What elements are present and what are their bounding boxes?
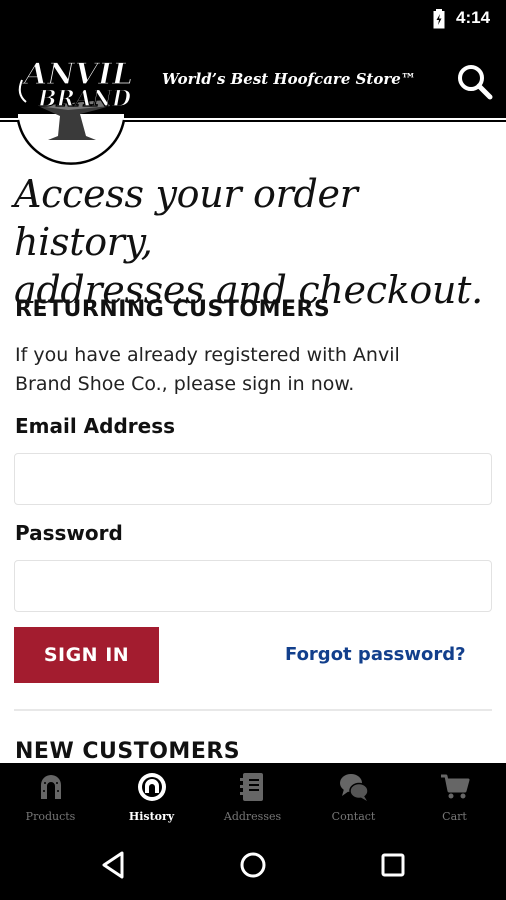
cart-icon (441, 774, 470, 799)
tab-label: History (128, 810, 175, 823)
back-icon[interactable] (96, 847, 132, 883)
header-tagline: World’s Best Hoofcare Store™ (162, 70, 416, 88)
tab-history[interactable]: History (101, 763, 202, 831)
horseshoe-icon (41, 775, 61, 799)
tab-label: Cart (442, 810, 467, 823)
page-headline: Access your order history, addresses and… (14, 172, 483, 312)
system-nav-bar (0, 831, 506, 900)
password-field[interactable] (14, 560, 492, 612)
recents-icon[interactable] (375, 847, 411, 883)
tab-addresses[interactable]: Addresses (202, 763, 303, 831)
anvil-brand-logo[interactable]: ANVIL BRAND (8, 44, 134, 174)
status-bar: 4:14 (0, 0, 506, 38)
returning-customers-intro: If you have already registered with Anvi… (15, 344, 400, 395)
sign-in-button[interactable]: SIGN IN (14, 627, 159, 683)
bottom-tab-bar: Products History Addresses Contact Cart (0, 763, 506, 831)
returning-customers-title: RETURNING CUSTOMERS (15, 297, 331, 322)
svg-text:BRAND: BRAND (37, 86, 131, 112)
tab-label: Addresses (223, 810, 282, 823)
chat-bubbles-icon (340, 774, 369, 801)
section-divider (14, 709, 492, 711)
password-label: Password (15, 521, 123, 545)
tab-cart[interactable]: Cart (404, 763, 505, 831)
new-customers-title: NEW CUSTOMERS (15, 739, 241, 764)
email-field[interactable] (14, 453, 492, 505)
forgot-password-link[interactable]: Forgot password? (285, 644, 466, 665)
battery-icon (433, 9, 445, 29)
status-time: 4:14 (456, 8, 491, 27)
tab-label: Products (25, 810, 76, 823)
email-label: Email Address (15, 414, 176, 438)
tab-products[interactable]: Products (0, 763, 101, 831)
address-book-icon (240, 773, 263, 801)
tab-label: Contact (331, 810, 376, 823)
history-icon (138, 773, 166, 801)
home-icon[interactable] (235, 847, 271, 883)
search-icon[interactable] (455, 62, 495, 102)
tab-contact[interactable]: Contact (303, 763, 404, 831)
